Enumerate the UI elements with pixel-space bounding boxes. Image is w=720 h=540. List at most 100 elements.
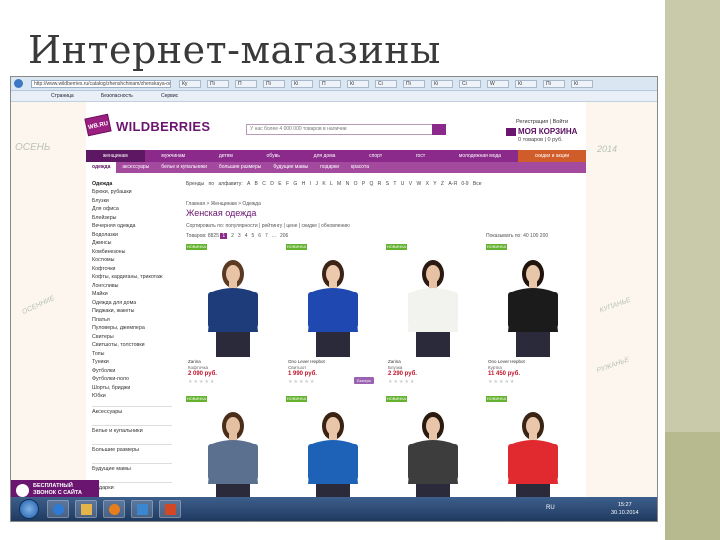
product-card[interactable]: НОВИНКАOno Lever Hepbot xyxy=(386,396,481,497)
back-icon[interactable] xyxy=(14,79,23,88)
rating-stars[interactable]: ★★★★★ xyxy=(288,379,315,385)
browser-tab[interactable]: Кі xyxy=(291,80,313,88)
sidebar-section[interactable]: Большие размеры xyxy=(92,444,172,453)
top-nav-shoes[interactable]: обувь xyxy=(250,150,297,162)
browser-tab[interactable]: Пі xyxy=(403,80,425,88)
sub-nav-plus-size[interactable]: большие размеры xyxy=(213,162,267,173)
pager-page[interactable]: 206 xyxy=(280,233,288,239)
sidebar-section[interactable]: Аксессуары xyxy=(92,406,172,415)
sub-nav-maternity[interactable]: будущие мамы xyxy=(267,162,314,173)
browser-tab[interactable]: Сі xyxy=(375,80,397,88)
browser-tab[interactable]: Ку xyxy=(179,80,201,88)
pager-page[interactable]: 5 xyxy=(251,233,254,239)
browser-tab[interactable]: Кі xyxy=(431,80,453,88)
top-nav-kids[interactable]: детям xyxy=(202,150,250,162)
sidebar-category[interactable]: Пиджаки, жакеты xyxy=(92,308,134,314)
sub-nav-accessories[interactable]: аксессуары xyxy=(116,162,155,173)
sidebar-category[interactable]: Футболки-поло xyxy=(92,376,129,382)
breadcrumb[interactable]: Главная > Женщинам > Одежда xyxy=(186,201,261,207)
search-button[interactable] xyxy=(432,124,446,135)
top-nav-women[interactable]: женщинам xyxy=(86,150,145,162)
product-card[interactable]: НОВИНКАOno Lever Hepbot xyxy=(486,396,581,497)
browser-tab[interactable]: Пі xyxy=(543,80,565,88)
top-nav-sales[interactable]: скидки и акции xyxy=(517,150,587,162)
browser-tab[interactable]: Кі xyxy=(571,80,593,88)
product-photo[interactable] xyxy=(386,404,481,497)
browser-tab[interactable]: W xyxy=(487,80,509,88)
tray-language[interactable]: RU xyxy=(546,505,555,511)
browser-tab[interactable]: П xyxy=(235,80,257,88)
site-logo-text[interactable]: WILDBERRIES xyxy=(116,119,210,134)
sidebar-category[interactable]: Пуловеры, джемпера xyxy=(92,325,145,331)
menu-tools[interactable]: Сервис xyxy=(161,93,178,99)
sidebar-category[interactable]: Для офиса xyxy=(92,206,119,212)
taskbar-app-browser[interactable] xyxy=(131,500,153,518)
browser-tab[interactable]: Пі xyxy=(207,80,229,88)
site-logo-badge[interactable]: WB.RU xyxy=(84,113,112,137)
browser-tab[interactable]: П xyxy=(319,80,341,88)
pager-page[interactable]: 3 xyxy=(238,233,241,239)
product-photo[interactable] xyxy=(186,252,281,357)
sidebar-category[interactable]: Кофты, кардиганы, трикотаж xyxy=(92,274,163,280)
browser-tab[interactable]: Пі xyxy=(263,80,285,88)
top-nav-home[interactable]: для дома xyxy=(297,150,353,162)
sidebar-heading[interactable]: Одежда xyxy=(92,181,112,187)
sidebar-category[interactable]: Футболки xyxy=(92,368,115,374)
taskbar-app-explorer[interactable] xyxy=(75,500,97,518)
top-nav-youth[interactable]: молодежная мода xyxy=(442,150,518,162)
product-card[interactable]: НОВИНКА Zarina Блузка 2 290 руб. ★★★★★ xyxy=(386,244,481,389)
sidebar-section[interactable]: Будущие мамы xyxy=(92,463,172,472)
sidebar-category[interactable]: Вечерняя одежда xyxy=(92,223,135,229)
product-photo[interactable] xyxy=(186,404,281,497)
product-photo[interactable] xyxy=(286,252,381,357)
sidebar-category[interactable]: Платья xyxy=(92,317,110,323)
sub-nav-beauty[interactable]: красота xyxy=(345,162,375,173)
sidebar-category[interactable]: Лонгсливы xyxy=(92,283,118,289)
sidebar-category[interactable]: Туники xyxy=(92,359,109,365)
menu-page[interactable]: Страница xyxy=(51,93,74,99)
pager-page[interactable]: 1 xyxy=(220,233,228,239)
sidebar-category[interactable]: Топы xyxy=(92,351,104,357)
product-photo[interactable] xyxy=(286,404,381,497)
sort-options[interactable]: Сортировать по: популярности | рейтингу … xyxy=(186,223,350,229)
sidebar-category[interactable]: Майки xyxy=(92,291,108,297)
rating-stars[interactable]: ★★★★★ xyxy=(388,379,415,385)
tray-clock[interactable]: 15:27 30.10.2014 xyxy=(611,501,639,517)
sidebar-category[interactable]: Брюки, рубашки xyxy=(92,189,132,195)
pager-page[interactable]: 7 xyxy=(265,233,268,239)
pager-page[interactable]: 4 xyxy=(245,233,248,239)
product-card[interactable]: НОВИНКА Zarina Кофточка 2 090 руб. ★★★★★ xyxy=(186,244,281,389)
sidebar-category[interactable]: Одежда для дома xyxy=(92,300,136,306)
browser-tab[interactable]: Сі xyxy=(459,80,481,88)
product-photo[interactable] xyxy=(486,404,581,497)
product-card[interactable]: НОВИНКА Ono Lever Hepbot Свитшот 1 990 руб.… xyxy=(286,244,381,389)
rating-stars[interactable]: ★★★★★ xyxy=(188,379,215,385)
sidebar-category[interactable]: Свитшоты, толстовки xyxy=(92,342,145,348)
sidebar-category[interactable]: Костюмы xyxy=(92,257,114,263)
menu-safety[interactable]: Безопасность xyxy=(101,93,133,99)
browser-tab[interactable]: Кі xyxy=(515,80,537,88)
sub-nav-gifts[interactable]: подарки xyxy=(314,162,345,173)
sidebar-category[interactable]: Комбинезоны xyxy=(92,249,125,255)
rating-stars[interactable]: ★★★★★ xyxy=(488,379,515,385)
pager-page[interactable]: ... xyxy=(272,233,276,239)
sidebar-section[interactable]: Подарки xyxy=(92,482,172,491)
sidebar-category[interactable]: Шорты, бриджи xyxy=(92,385,130,391)
start-button[interactable] xyxy=(19,499,39,519)
taskbar-app-powerpoint[interactable] xyxy=(159,500,181,518)
sidebar-section[interactable]: Белье и купальники xyxy=(92,425,172,434)
quick-view-button[interactable]: Быстро xyxy=(354,377,374,384)
sidebar-category[interactable]: Водолазки xyxy=(92,232,118,238)
auth-links[interactable]: Регистрация | Войти xyxy=(516,119,568,125)
cart-title[interactable]: МОЯ КОРЗИНА xyxy=(518,127,577,136)
address-bar[interactable]: http://www.wildberries.ru/catalog/zhensh… xyxy=(31,80,171,88)
product-photo[interactable] xyxy=(486,252,581,357)
taskbar-app-ie[interactable] xyxy=(47,500,69,518)
browser-tab[interactable]: Кі xyxy=(347,80,369,88)
product-card[interactable]: НОВИНКА Ono Lever Hepbot Куртка 11 450 руб.… xyxy=(486,244,581,389)
top-nav-men[interactable]: мужчинам xyxy=(145,150,202,162)
top-nav-guest[interactable]: гост xyxy=(399,150,442,162)
sidebar-category[interactable]: Свитеры xyxy=(92,334,114,340)
search-input[interactable]: У нас более 4 000 000 товаров в наличии xyxy=(246,124,436,135)
sidebar-category[interactable]: Юбки xyxy=(92,393,106,399)
